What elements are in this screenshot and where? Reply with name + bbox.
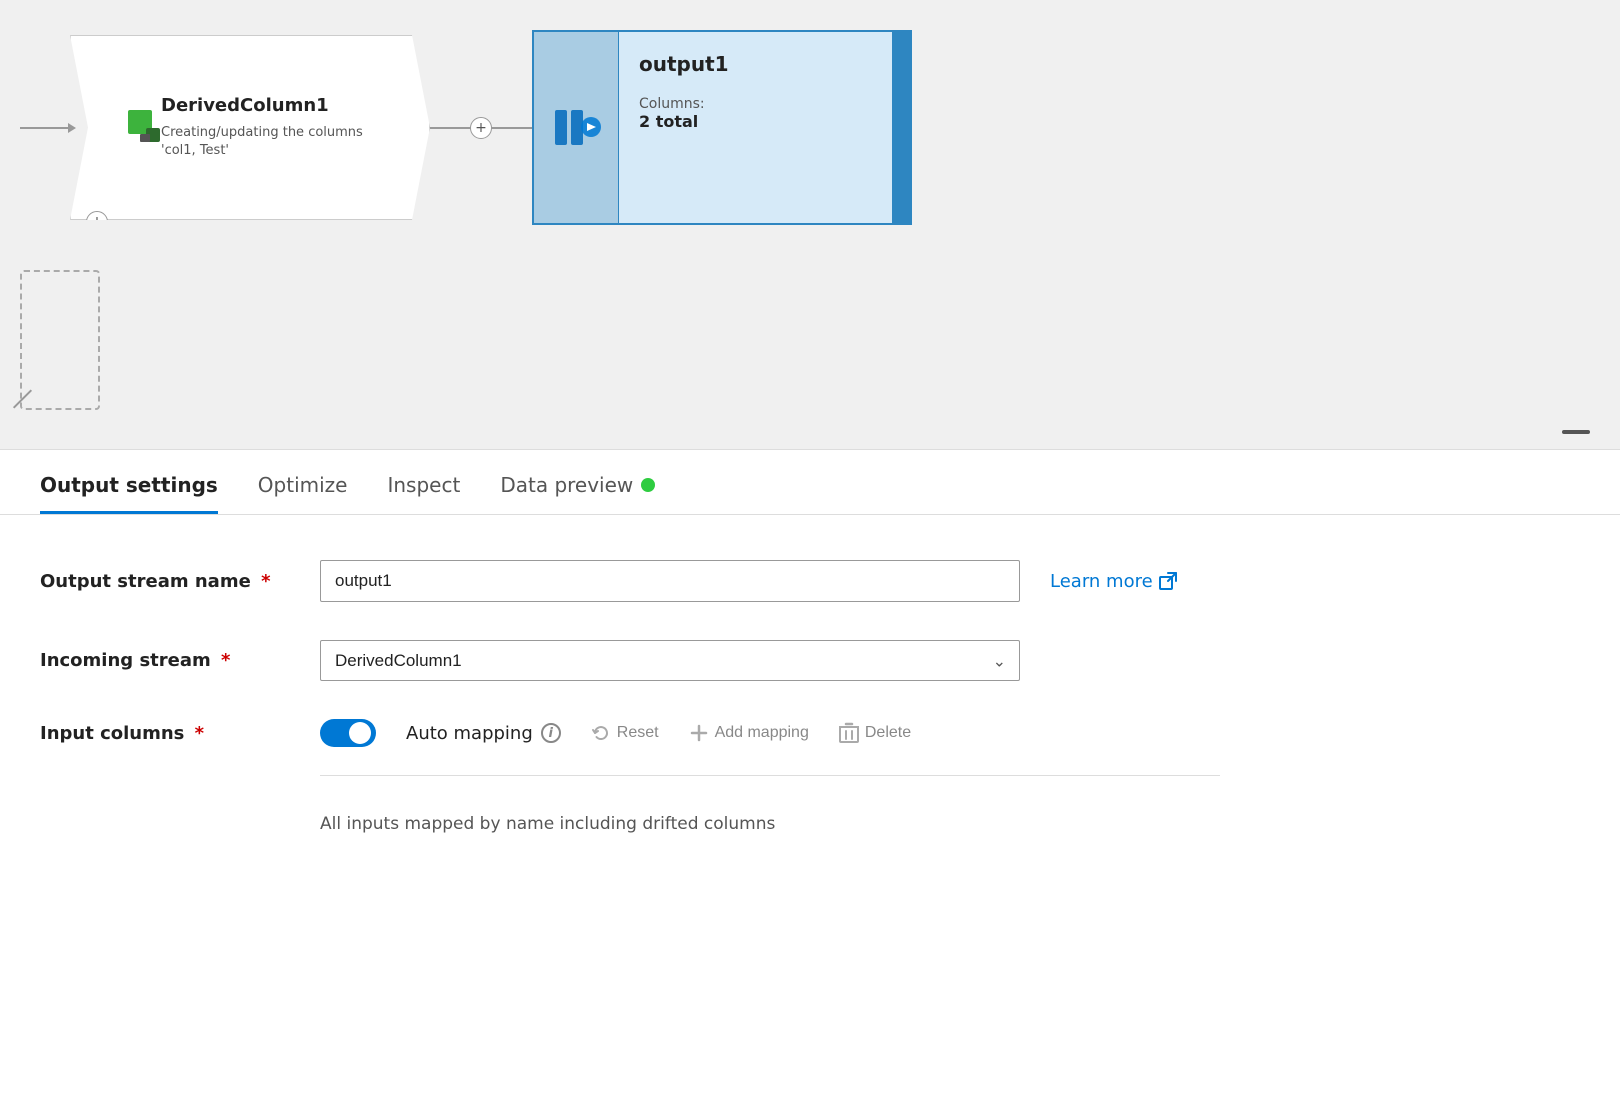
auto-mapping-label: Auto mapping i: [406, 723, 561, 744]
tab-data-preview[interactable]: Data preview: [500, 473, 655, 514]
incoming-stream-select[interactable]: DerivedColumn1: [320, 640, 1020, 681]
output-node-icon: [549, 100, 604, 155]
mapped-hint: All inputs mapped by name including drif…: [320, 814, 1580, 834]
left-connector: [20, 127, 70, 129]
derived-column-icon: [126, 106, 166, 150]
output-columns-value: 2 total: [639, 112, 872, 131]
incoming-stream-row: Incoming stream * DerivedColumn1 ⌄: [40, 640, 1580, 681]
mapping-divider: [320, 775, 1220, 776]
input-columns-row: Input columns * Auto mapping i: [40, 719, 1580, 747]
derived-column-box: DerivedColumn1 Creating/updating the col…: [70, 35, 430, 220]
required-star-input-cols: *: [188, 723, 204, 744]
dashed-placeholder-box: [20, 270, 100, 410]
learn-more-link[interactable]: Learn more: [1050, 571, 1177, 592]
settings-panel: Output settings Optimize Inspect Data pr…: [0, 450, 1620, 1113]
output-node-title: output1: [639, 52, 872, 76]
mid-connector: +: [430, 117, 532, 139]
output-node[interactable]: output1 Columns: 2 total: [532, 30, 912, 225]
connector-plus[interactable]: +: [470, 117, 492, 139]
delete-button[interactable]: Delete: [839, 722, 911, 744]
required-star-output: *: [255, 571, 271, 592]
incoming-stream-select-wrapper: DerivedColumn1 ⌄: [320, 640, 1020, 681]
data-preview-dot: [641, 478, 655, 492]
input-columns-label: Input columns *: [40, 723, 320, 744]
output-stream-name-row: Output stream name * Learn more: [40, 560, 1580, 602]
output-content: output1 Columns: 2 total: [619, 32, 892, 223]
pipeline-container: DerivedColumn1 Creating/updating the col…: [20, 30, 912, 225]
toggle-slider: [320, 719, 376, 747]
add-mapping-button[interactable]: Add mapping: [689, 723, 809, 743]
output-left-tab: [534, 32, 619, 223]
derived-plus-bottom[interactable]: +: [86, 211, 108, 233]
derived-node-title: DerivedColumn1: [161, 95, 394, 116]
tab-output-settings[interactable]: Output settings: [40, 473, 218, 514]
input-columns-controls: Auto mapping i Reset: [320, 719, 911, 747]
tab-inspect[interactable]: Inspect: [387, 473, 460, 514]
output-columns-label: Columns:: [639, 96, 872, 112]
delete-icon: [839, 722, 859, 744]
external-link-icon: [1159, 572, 1177, 590]
incoming-stream-label: Incoming stream *: [40, 650, 320, 671]
derived-column-node[interactable]: DerivedColumn1 Creating/updating the col…: [70, 35, 430, 220]
canvas-area: DerivedColumn1 Creating/updating the col…: [0, 0, 1620, 450]
form-area: Output stream name * Learn more Incoming…: [0, 515, 1620, 874]
output-right-stripe: [892, 32, 910, 223]
tabs-bar: Output settings Optimize Inspect Data pr…: [0, 450, 1620, 515]
tab-optimize[interactable]: Optimize: [258, 473, 348, 514]
auto-mapping-info-icon[interactable]: i: [541, 723, 561, 743]
reset-icon: [591, 723, 611, 743]
output-stream-name-input-wrapper: [320, 560, 1020, 602]
auto-mapping-toggle[interactable]: [320, 719, 376, 747]
required-star-incoming: *: [215, 650, 231, 671]
add-icon: [689, 723, 709, 743]
output-stream-name-label: Output stream name *: [40, 571, 320, 592]
output-stream-name-input[interactable]: [320, 560, 1020, 602]
reset-button[interactable]: Reset: [591, 723, 659, 743]
minimize-button[interactable]: [1562, 430, 1590, 434]
derived-node-desc: Creating/updating the columns 'col1, Tes…: [161, 124, 394, 160]
